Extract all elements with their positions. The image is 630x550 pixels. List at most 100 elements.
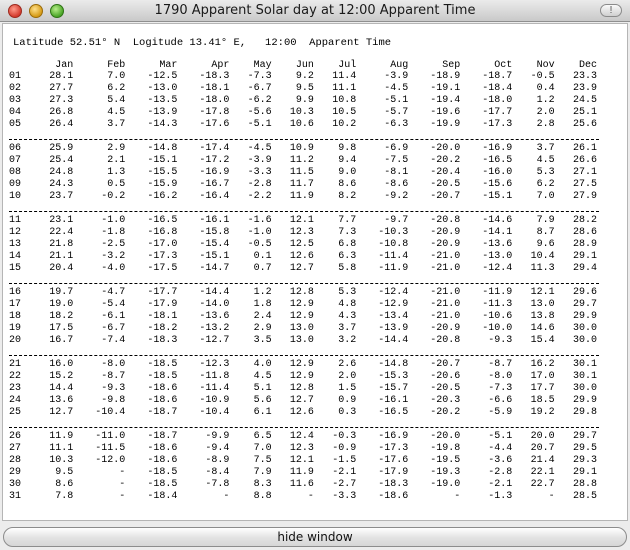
title-bar[interactable]: 1790 Apparent Solar day at 12:00 Apparen… [0, 0, 630, 22]
value-cell: -17.4 [199, 143, 230, 154]
value-cell: 7.0 [253, 443, 272, 454]
value-cell: 23.1 [49, 215, 74, 226]
value-cell: -17.2 [199, 155, 230, 166]
value-cell: -18.4 [147, 491, 178, 502]
value-cell: 10.3 [289, 107, 314, 118]
value-cell: -18.1 [199, 83, 230, 94]
value-cell: -17.8 [199, 107, 230, 118]
value-cell: 12.7 [49, 407, 74, 418]
value-cell: 28.6 [572, 227, 597, 238]
table-row: 05 26.4 3.7 -14.3 -17.6 -5.1 10.6 10.2 -6.3 -19.9… [9, 119, 599, 131]
value-cell: 12.5 [289, 239, 314, 250]
value-cell: 16.2 [530, 359, 555, 370]
month-header: Jan [55, 59, 74, 71]
value-cell: 3.2 [338, 335, 357, 346]
value-cell: 1.2 [253, 287, 272, 298]
value-cell: -16.9 [199, 167, 230, 178]
value-cell: 29.4 [572, 263, 597, 274]
value-cell: 11.3 [530, 263, 555, 274]
value-cell: 16.0 [49, 359, 74, 370]
day-cell: 22 [9, 371, 22, 382]
table-row: 24 13.6 -9.8 -18.6 -10.9 5.6 12.7 0.9 -16.1 -20.3… [9, 395, 599, 407]
value-cell: -18.7 [147, 407, 178, 418]
value-cell: -19.4 [430, 95, 461, 106]
value-cell: -8.6 [384, 179, 409, 190]
value-cell: 19.2 [530, 407, 555, 418]
value-cell: -19.8 [430, 443, 461, 454]
month-header: Oct [494, 59, 513, 71]
hide-window-button[interactable]: hide window [3, 527, 627, 547]
value-cell: 5.8 [338, 263, 357, 274]
value-cell: -16.1 [199, 215, 230, 226]
value-cell: -3.3 [332, 491, 357, 502]
value-cell: -13.9 [147, 107, 178, 118]
day-cell: 23 [9, 383, 22, 394]
month-header: Jul [338, 59, 357, 71]
value-cell: -8.1 [384, 167, 409, 178]
value-cell: -3.6 [488, 455, 513, 466]
value-cell: -17.9 [147, 299, 178, 310]
value-cell: 10.6 [289, 119, 314, 130]
table-row: 04 26.8 4.5 -13.9 -17.8 -5.6 10.3 10.5 -5.7 -19.6… [9, 107, 599, 119]
value-cell: -18.0 [199, 95, 230, 106]
day-cell: 11 [9, 215, 22, 226]
value-cell: 6.2 [107, 83, 126, 94]
value-cell: 29.6 [572, 287, 597, 298]
value-cell: -2.1 [488, 479, 513, 490]
value-cell: 25.4 [49, 155, 74, 166]
value-cell: 8.6 [55, 479, 74, 490]
value-cell: -12.3 [199, 359, 230, 370]
value-cell: 5.1 [253, 383, 272, 394]
value-cell: -18.6 [147, 443, 178, 454]
value-cell: -18.5 [147, 479, 178, 490]
bottom-bar: hide window [0, 524, 630, 550]
value-cell: 9.2 [295, 71, 314, 82]
value-cell: -11.9 [482, 287, 513, 298]
day-cell: 01 [9, 71, 22, 82]
value-cell: 29.3 [572, 455, 597, 466]
value-cell: - [119, 467, 126, 478]
table-row: 16 19.7 -4.7 -17.7 -14.4 1.2 12.8 5.3 -12.4 -21.0… [9, 287, 599, 299]
value-cell: 12.9 [289, 371, 314, 382]
value-cell: -7.3 [488, 383, 513, 394]
value-cell: -3.9 [384, 71, 409, 82]
value-cell: -12.4 [378, 287, 409, 298]
value-cell: -20.8 [430, 335, 461, 346]
value-cell: 29.9 [572, 311, 597, 322]
value-cell: 13.0 [289, 323, 314, 334]
value-cell: 29.1 [572, 251, 597, 262]
value-cell: -17.7 [147, 287, 178, 298]
value-cell: -4.5 [384, 83, 409, 94]
dashed-divider [9, 427, 599, 428]
value-cell: 20.4 [49, 263, 74, 274]
value-cell: -11.3 [482, 299, 513, 310]
value-cell: -6.9 [384, 143, 409, 154]
value-cell: -1.0 [247, 227, 272, 238]
value-cell: - [119, 479, 126, 490]
value-cell: -18.3 [378, 479, 409, 490]
value-cell: -15.5 [147, 167, 178, 178]
day-cell: 26 [9, 431, 22, 442]
value-cell: -20.0 [430, 143, 461, 154]
value-cell: 13.0 [289, 335, 314, 346]
value-cell: 27.9 [572, 191, 597, 202]
day-cell: 10 [9, 191, 22, 202]
value-cell: 25.9 [49, 143, 74, 154]
value-cell: -20.7 [430, 359, 461, 370]
table-row: 07 25.4 2.1 -15.1 -17.2 -3.9 11.2 9.4 -7.5 -20.2 -… [9, 155, 599, 167]
value-cell: -9.2 [384, 191, 409, 202]
exclamation-icon[interactable]: ! [600, 4, 622, 17]
value-cell: -8.0 [488, 371, 513, 382]
value-cell: - [307, 491, 314, 502]
table-row: 25 12.7 -10.4 -18.7 -10.4 6.1 12.6 0.3 -16.5 -20.… [9, 407, 599, 419]
value-cell: -21.0 [430, 311, 461, 322]
table-row: 21 16.0 -8.0 -18.5 -12.3 4.0 12.9 2.6 -14.8 -20.7… [9, 359, 599, 371]
value-cell: -17.9 [378, 467, 409, 478]
value-cell: 3.7 [338, 323, 357, 334]
value-cell: 22.4 [49, 227, 74, 238]
value-cell: 28.5 [572, 491, 597, 502]
value-cell: 22.7 [530, 479, 555, 490]
month-header: Nov [536, 59, 555, 71]
value-cell: -11.4 [199, 383, 230, 394]
table-row: 19 17.5 -6.7 -18.2 -13.2 2.9 13.0 3.7 -13.9 -20.9… [9, 323, 599, 335]
